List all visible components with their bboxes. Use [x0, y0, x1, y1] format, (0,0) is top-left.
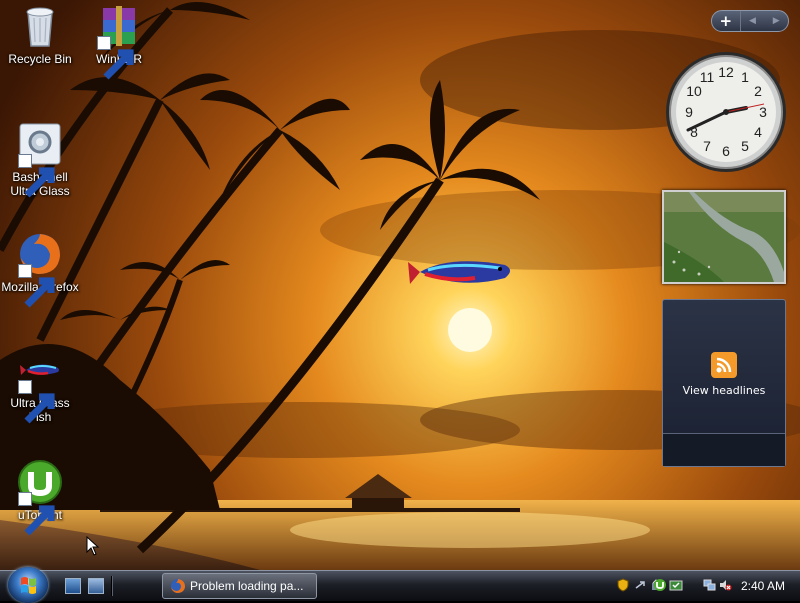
feed-gadget-footer — [663, 433, 785, 466]
shortcut-arrow-icon — [18, 264, 55, 308]
shortcut-arrow-icon — [18, 492, 55, 536]
volume-muted-icon[interactable] — [718, 578, 732, 592]
desktop-icon-utorrent[interactable]: uTorrent — [1, 458, 79, 536]
previous-gadget-button[interactable]: ◀ — [741, 11, 765, 31]
network-icon[interactable] — [703, 578, 717, 592]
taskbar-clock[interactable]: 2:40 AM — [741, 571, 785, 601]
clock-numeral: 2 — [754, 83, 762, 99]
clock-numeral: 12 — [718, 64, 734, 80]
shortcut-arrow-icon — [18, 380, 55, 424]
clock-numeral: 6 — [722, 143, 730, 159]
add-gadget-button[interactable]: + — [712, 11, 741, 31]
windows-logo-icon — [21, 577, 36, 594]
winrar-icon — [95, 2, 143, 80]
bash-shell-icon — [16, 120, 64, 198]
security-shield-icon[interactable] — [616, 578, 630, 592]
clock-numeral: 9 — [685, 104, 693, 120]
feed-headlines-gadget[interactable]: View headlines — [662, 299, 786, 467]
desktop-icon-recycle-bin[interactable]: Recycle Bin — [1, 2, 79, 66]
taskbar: Problem loading pa... 2:40 AM — [0, 567, 800, 603]
taskbar-button-title: Problem loading pa... — [190, 579, 304, 593]
desktop-icon-label: Recycle Bin — [8, 52, 72, 66]
fish-icon — [16, 346, 64, 424]
slideshow-picture — [664, 192, 784, 282]
clock-gadget[interactable]: 12 1 2 3 4 5 6 7 8 9 10 11 — [664, 50, 788, 174]
rss-icon — [711, 352, 737, 378]
clock-numeral: 10 — [686, 83, 702, 99]
sidebar-controls: + ◀ ▶ — [711, 10, 789, 32]
clock-numeral: 3 — [759, 104, 767, 120]
utorrent-icon — [16, 458, 64, 536]
next-gadget-button[interactable]: ▶ — [764, 11, 788, 31]
firefox-icon — [16, 230, 64, 308]
desktop-icon-firefox[interactable]: Mozilla Firefox — [1, 230, 79, 308]
switch-windows-icon[interactable] — [88, 578, 104, 594]
utorrent-tray-icon[interactable] — [653, 578, 667, 592]
shortcut-arrow-icon — [97, 36, 134, 80]
status-icon[interactable] — [669, 578, 683, 592]
clock-numeral: 4 — [754, 124, 762, 140]
firefox-icon — [170, 578, 186, 594]
recycle-bin-icon — [16, 2, 64, 50]
show-desktop-icon[interactable] — [65, 578, 81, 594]
tray-arrow-icon[interactable] — [634, 578, 648, 592]
desktop: Recycle Bin WinRAR Bash shell Ultra Glas… — [0, 0, 800, 570]
view-headlines-link[interactable]: View headlines — [663, 384, 785, 397]
desktop-icon-bash-shell[interactable]: Bash shell Ultra Glass — [1, 120, 79, 198]
clock-numeral: 1 — [741, 69, 749, 85]
desktop-icon-winrar[interactable]: WinRAR — [80, 2, 158, 80]
shortcut-arrow-icon — [18, 154, 55, 198]
clock-numeral: 11 — [700, 69, 715, 85]
start-button[interactable] — [8, 567, 48, 603]
taskbar-button-firefox[interactable]: Problem loading pa... — [162, 573, 317, 599]
taskbar-separator — [111, 576, 113, 596]
slideshow-gadget[interactable] — [662, 190, 786, 284]
desktop-icon-ultra-glass-fish[interactable]: Ultra Glass Fish — [1, 346, 79, 424]
clock-numeral: 7 — [703, 138, 711, 154]
clock-numeral: 5 — [741, 138, 749, 154]
mouse-cursor-icon — [86, 536, 100, 556]
